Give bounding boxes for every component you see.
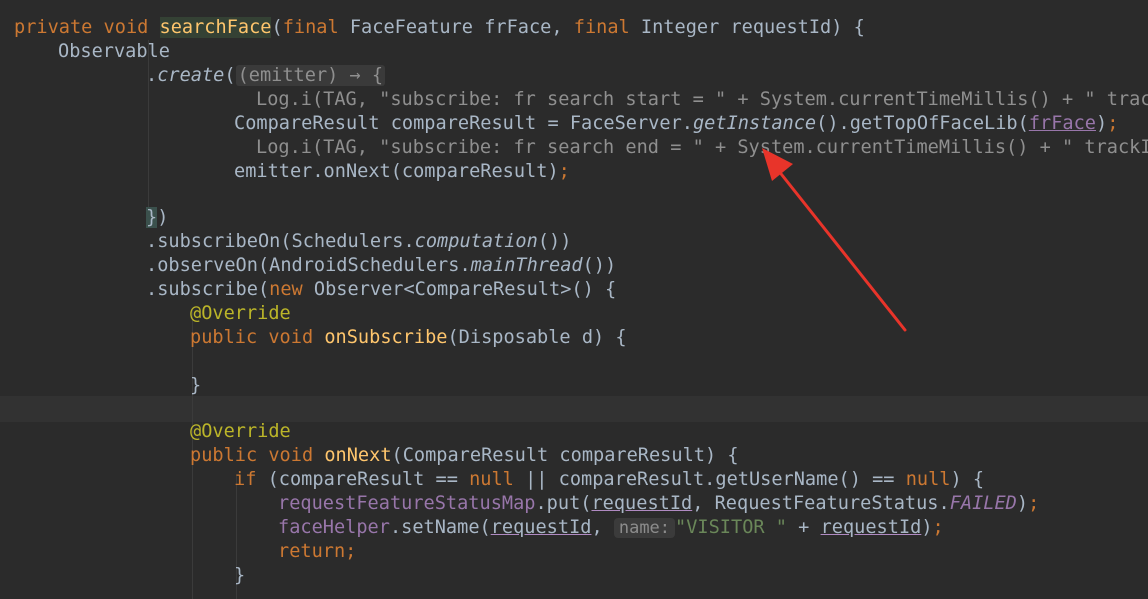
annotation: @Override: [190, 421, 291, 442]
code-line[interactable]: @Override: [0, 302, 1148, 326]
string-literal: "subscribe: fr search start = ": [379, 89, 727, 110]
annotation: @Override: [190, 303, 291, 324]
field: requestFeatureStatusMap: [278, 493, 536, 514]
code-text: .: [146, 65, 158, 86]
code-text: }: [234, 565, 246, 586]
semicolon: ;: [345, 541, 357, 562]
parameter: requestId: [591, 493, 693, 514]
code-line[interactable]: private void searchFace(final FaceFeatur…: [0, 16, 1148, 40]
code-line[interactable]: .subscribeOn(Schedulers.computation()): [0, 230, 1148, 254]
keyword: null: [469, 469, 514, 490]
keyword: new: [269, 279, 314, 300]
keyword: public void: [190, 445, 325, 466]
code-line[interactable]: public void onNext(CompareResult compare…: [0, 444, 1148, 468]
code-text: +: [786, 517, 821, 538]
code-text: (Disposable d) {: [447, 327, 627, 348]
code-text: ,: [591, 517, 614, 538]
parameter-hint: name:: [613, 518, 676, 538]
string-literal: "subscribe: fr search end = ": [379, 137, 704, 158]
code-line[interactable]: emitter.onNext(compareResult);: [0, 160, 1148, 184]
code-text: Log.i(TAG,: [256, 137, 380, 158]
code-text: + System.currentTimeMillis() +: [726, 89, 1085, 110]
keyword: private void: [14, 17, 160, 38]
semicolon: ;: [932, 517, 944, 538]
parameter: requestId: [490, 517, 592, 538]
method-name: onNext: [324, 445, 392, 466]
parameter: frFace: [1028, 113, 1096, 134]
code-line[interactable]: Log.i(TAG, "subscribe: fr search end = "…: [0, 136, 1148, 160]
code-text: , RequestFeatureStatus.: [692, 493, 950, 514]
code-text: || compareResult.getUserName() ==: [513, 469, 906, 490]
string-literal: " trackId: [1062, 137, 1148, 158]
code-text: (: [224, 65, 236, 86]
keyword: null: [905, 469, 951, 490]
code-text: ().getTopOfFaceLib(: [816, 113, 1029, 134]
code-text: Integer requestId) {: [640, 17, 865, 38]
string-literal: " track: [1084, 89, 1148, 110]
code-line[interactable]: return;: [0, 540, 1148, 564]
code-text: ): [157, 207, 169, 228]
keyword: final: [573, 17, 641, 38]
code-text: + System.currentTimeMillis() +: [703, 137, 1063, 158]
enum-constant: FAILED: [949, 493, 1017, 514]
code-text: ): [921, 517, 933, 538]
method-name[interactable]: searchFace: [159, 17, 272, 38]
code-text: }: [190, 375, 202, 396]
method-call: computation: [414, 231, 538, 252]
code-line[interactable]: Observable: [0, 40, 1148, 64]
keyword: if: [234, 469, 268, 490]
code-line[interactable]: .create((emitter) → {: [0, 64, 1148, 88]
code-text: (compareResult ==: [267, 469, 470, 490]
code-text: ()): [582, 255, 617, 276]
code-text: ): [1096, 113, 1108, 134]
code-line[interactable]: Log.i(TAG, "subscribe: fr search start =…: [0, 88, 1148, 112]
keyword: final: [282, 17, 350, 38]
code-text: (: [271, 17, 283, 38]
matched-brace: }: [146, 207, 158, 228]
code-text: .subscribeOn(Schedulers.: [146, 231, 415, 252]
code-text: .observeOn(AndroidSchedulers.: [146, 255, 471, 276]
code-text: Observer<CompareResult>() {: [313, 279, 617, 300]
code-line[interactable]: faceHelper.setName(requestId, name: "VISI…: [0, 516, 1148, 540]
code-line[interactable]: }: [0, 564, 1148, 588]
parameter: requestId: [820, 517, 922, 538]
keyword: return: [278, 541, 346, 562]
code-text: emitter.onNext(compareResult): [234, 161, 559, 182]
code-editor[interactable]: private void searchFace(final FaceFeatur…: [0, 0, 1148, 599]
lambda-fold[interactable]: (emitter) → {: [235, 65, 386, 86]
code-line[interactable]: @Override: [0, 420, 1148, 444]
code-text: ()): [537, 231, 572, 252]
code-text: (CompareResult compareResult) {: [391, 445, 739, 466]
code-text: ): [1016, 493, 1029, 514]
code-text: .put(: [535, 493, 592, 514]
code-text: CompareResult compareResult = FaceServer…: [234, 113, 693, 134]
semicolon: ;: [558, 161, 570, 182]
field: faceHelper: [278, 517, 390, 538]
code-line[interactable]: }): [0, 206, 1148, 230]
code-text: .setName(: [389, 517, 491, 538]
method-call: mainThread: [470, 255, 583, 276]
code-text: ) {: [950, 469, 985, 490]
current-line-highlight: [0, 396, 1148, 422]
code-line[interactable]: requestFeatureStatusMap.put(requestId, R…: [0, 492, 1148, 516]
keyword: public void: [190, 327, 325, 348]
method-call: getInstance: [692, 113, 817, 134]
code-line[interactable]: public void onSubscribe(Disposable d) {: [0, 326, 1148, 350]
semicolon: ;: [1107, 113, 1119, 134]
code-text: Observable: [58, 41, 170, 62]
code-line[interactable]: CompareResult compareResult = FaceServer…: [0, 112, 1148, 136]
code-text: FaceFeature frFace,: [349, 17, 574, 38]
code-line[interactable]: if (compareResult == null || compareResu…: [0, 468, 1148, 492]
method-name: onSubscribe: [324, 327, 448, 348]
string-literal: "VISITOR ": [675, 517, 787, 538]
code-line[interactable]: }: [0, 374, 1148, 398]
method-call: create: [157, 65, 225, 86]
code-line[interactable]: .subscribe(new Observer<CompareResult>()…: [0, 278, 1148, 302]
semicolon: ;: [1028, 493, 1040, 514]
code-line[interactable]: .observeOn(AndroidSchedulers.mainThread(…: [0, 254, 1148, 278]
code-text: Log.i(TAG,: [256, 89, 380, 110]
code-text: .subscribe(: [146, 279, 270, 300]
